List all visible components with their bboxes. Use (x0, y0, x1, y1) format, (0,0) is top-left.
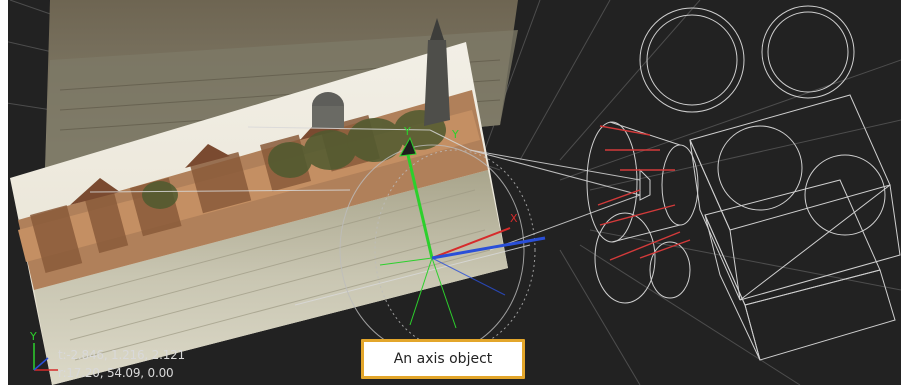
3d-viewport[interactable]: Y X Y Y t:-2.846, 1.216, 2.121 r:17.20, … (0, 0, 901, 385)
left-edge (0, 0, 8, 385)
gizmo-y-label-secondary: Y (451, 128, 459, 141)
gizmo-y-label: Y (403, 125, 411, 138)
orientation-y-label: Y (29, 330, 37, 343)
gizmo-x-label: X (510, 212, 518, 225)
rotation-readout: r:17.20, 54.09, 0.00 (58, 366, 174, 380)
translation-readout: t:-2.846, 1.216, 2.121 (58, 348, 185, 362)
scene-canvas[interactable]: Y X Y Y (0, 0, 901, 385)
callout-text: An axis object (393, 351, 493, 367)
axis-object-callout: An axis object (361, 339, 525, 379)
